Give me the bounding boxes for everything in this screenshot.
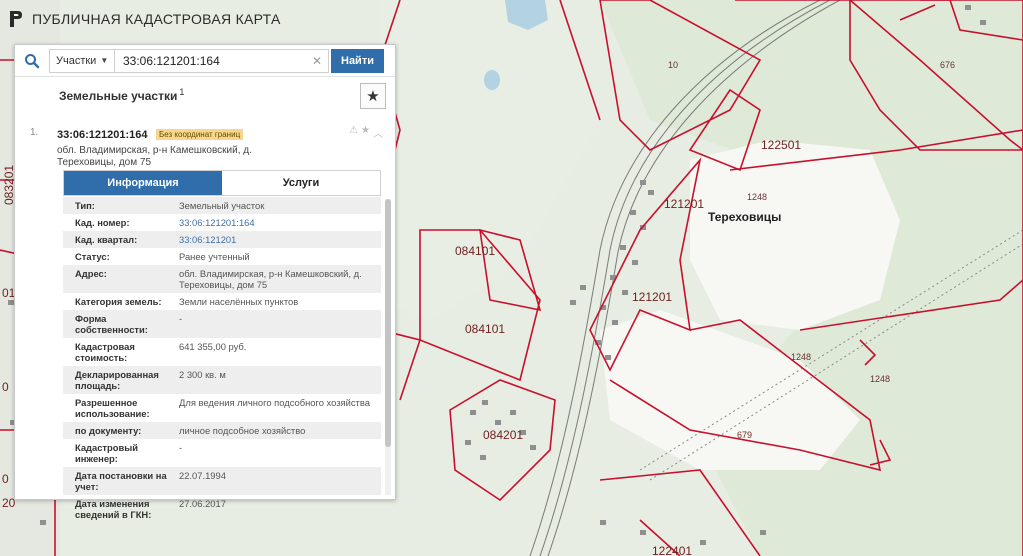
info-value: 2 300 кв. м: [179, 369, 226, 380]
table-row: Статус: Ранее учтенный: [63, 248, 381, 265]
info-key: Кадастровая стоимость:: [75, 341, 135, 363]
scrollbar-thumb[interactable]: [385, 199, 391, 447]
map-label-partial: 0: [2, 472, 9, 486]
table-row: Декларированная площадь: 2 300 кв. м: [63, 366, 381, 394]
scrollbar[interactable]: [385, 199, 391, 495]
warning-icon[interactable]: ⚠: [349, 125, 358, 140]
info-key: по документу:: [75, 425, 142, 436]
info-key: Декларированная площадь:: [75, 369, 159, 391]
search-bar: Участки ▼ ✕ Найти: [15, 45, 395, 77]
table-row: Категория земель: Земли населённых пункто…: [63, 293, 381, 310]
map-label-parcel: 679: [737, 430, 753, 440]
result-number: 1.: [30, 127, 39, 138]
table-row: Дата постановки на учет: 22.07.1994: [63, 467, 381, 495]
info-key: Категория земель:: [75, 296, 162, 307]
map-label-parcel: 10: [668, 60, 679, 70]
search-icon[interactable]: [15, 47, 49, 75]
info-value: обл. Владимирская, р-н Камешковский, д. …: [179, 268, 362, 290]
table-row: Кадастровый инженер: -: [63, 439, 381, 467]
pkk-logo-icon: [10, 11, 22, 27]
cad-number-link[interactable]: 33:06:121201:164: [179, 217, 381, 228]
favorite-star-button[interactable]: ★: [360, 83, 386, 109]
star-icon[interactable]: ★: [361, 125, 370, 140]
map-place-name: Тереховицы: [708, 210, 782, 224]
info-key: Кад. квартал:: [75, 234, 138, 245]
map-label-quarter: 122401: [652, 544, 693, 556]
map-label-quarter: 084101: [465, 322, 506, 336]
map-label-parcel: 1248: [747, 192, 768, 202]
app-title: ПУБЛИЧНАЯ КАДАСТРОВАЯ КАРТА: [32, 11, 281, 27]
table-row: по документу: личное подсобное хозяйство: [63, 422, 381, 439]
map-label-quarter: 084201: [483, 428, 524, 442]
table-row: Разрешенное использование: Для ведения ли…: [63, 394, 381, 422]
table-row: Форма собственности: -: [63, 310, 381, 338]
result-address: обл. Владимирская, р-н Камешковский, д. …: [57, 145, 252, 168]
info-value: Ранее учтенный: [179, 251, 250, 262]
table-row: Дата изменения сведений в ГКН: 27.06.2017: [63, 495, 381, 523]
info-key: Тип:: [75, 200, 95, 211]
result-tabs: Информация Услуги: [63, 170, 381, 196]
map-label-parcel: 1248: [870, 374, 891, 384]
info-value: 22.07.1994: [179, 470, 226, 481]
info-table: Тип: Земельный участок Кад. номер: 33:06:1…: [63, 197, 381, 523]
info-value: личное подсобное хозяйство: [179, 425, 306, 436]
search-panel: Участки ▼ ✕ Найти Земельные участки1 ★ 1…: [14, 44, 396, 520]
info-value: Земли населённых пунктов: [179, 296, 299, 307]
info-value: Для ведения личного подсобного хозяйства: [179, 397, 370, 408]
map-label-parcel: 676: [940, 60, 956, 70]
find-button[interactable]: Найти: [331, 48, 384, 73]
tab-services[interactable]: Услуги: [222, 171, 380, 195]
info-value: -: [179, 442, 183, 453]
result-actions: ⚠ ★ ︿: [349, 125, 383, 140]
search-result-item[interactable]: 33:06:121201:164 Без координат границ об…: [57, 125, 387, 169]
clear-icon[interactable]: ✕: [309, 54, 325, 68]
chevron-down-icon: ▼: [100, 56, 109, 65]
info-value: -: [179, 313, 183, 324]
search-input[interactable]: [115, 48, 329, 73]
table-row: Кад. квартал: 33:06:121201: [63, 231, 381, 248]
map-label-parcel: 1248: [791, 352, 812, 362]
table-row: Адрес: обл. Владимирская, р-н Камешковски…: [63, 265, 381, 293]
info-key: Кадастровый инженер:: [75, 442, 139, 464]
star-icon: ★: [366, 88, 380, 105]
result-cad-number[interactable]: 33:06:121201:164: [57, 129, 148, 141]
chevron-up-icon[interactable]: ︿: [373, 125, 383, 140]
cad-quarter-link[interactable]: 33:06:121201: [179, 234, 381, 245]
info-key: Статус:: [75, 251, 110, 262]
table-row: Кад. номер: 33:06:121201:164: [63, 214, 381, 231]
info-value: 641 355,00 руб.: [179, 341, 247, 352]
section-count: 1: [179, 87, 185, 97]
map-label-quarter: 121201: [664, 197, 705, 211]
map-label-quarter: 122501: [761, 138, 802, 152]
info-key: Адрес:: [75, 268, 107, 279]
section-title: Земельные участки 1: [59, 87, 185, 103]
app-header: ПУБЛИЧНАЯ КАДАСТРОВАЯ КАРТА: [8, 10, 281, 28]
map-label-quarter: 121201: [632, 290, 673, 304]
object-type-label: Участки: [56, 54, 97, 67]
info-key: Разрешенное использование:: [75, 397, 150, 419]
object-type-select[interactable]: Участки ▼: [49, 48, 115, 73]
info-value: 27.06.2017: [179, 498, 226, 509]
table-row: Тип: Земельный участок: [63, 197, 381, 214]
info-key: Дата постановки на учет:: [75, 470, 167, 492]
info-key: Кад. номер:: [75, 217, 130, 228]
info-key: Форма собственности:: [75, 313, 148, 335]
tab-information[interactable]: Информация: [64, 171, 222, 195]
status-badge: Без координат границ: [155, 129, 244, 140]
info-value: Земельный участок: [179, 200, 265, 211]
map-label-partial: 0: [2, 380, 9, 394]
table-row: Кадастровая стоимость: 641 355,00 руб.: [63, 338, 381, 366]
map-label-quarter: 084101: [455, 244, 496, 258]
info-key: Дата изменения сведений в ГКН:: [75, 498, 152, 520]
